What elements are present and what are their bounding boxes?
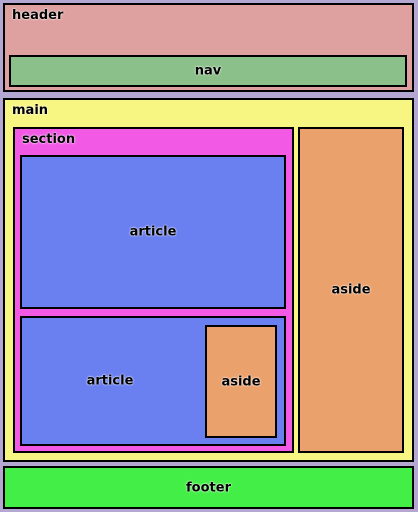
article-region-top: article: [20, 155, 286, 309]
aside-inner-label: aside: [221, 374, 261, 389]
nav-label: nav: [194, 63, 222, 79]
aside-region-inner: aside: [205, 325, 277, 438]
main-label: main: [12, 103, 49, 118]
header-label: header: [12, 8, 64, 23]
article-bottom-label: article: [86, 373, 134, 389]
article-top-label: article: [129, 224, 177, 240]
section-label: section: [22, 132, 76, 147]
footer-region: footer: [3, 466, 414, 509]
aside-region-main: aside: [298, 127, 404, 453]
footer-label: footer: [186, 480, 231, 495]
aside-main-label: aside: [331, 282, 371, 298]
nav-region: nav: [9, 55, 407, 87]
